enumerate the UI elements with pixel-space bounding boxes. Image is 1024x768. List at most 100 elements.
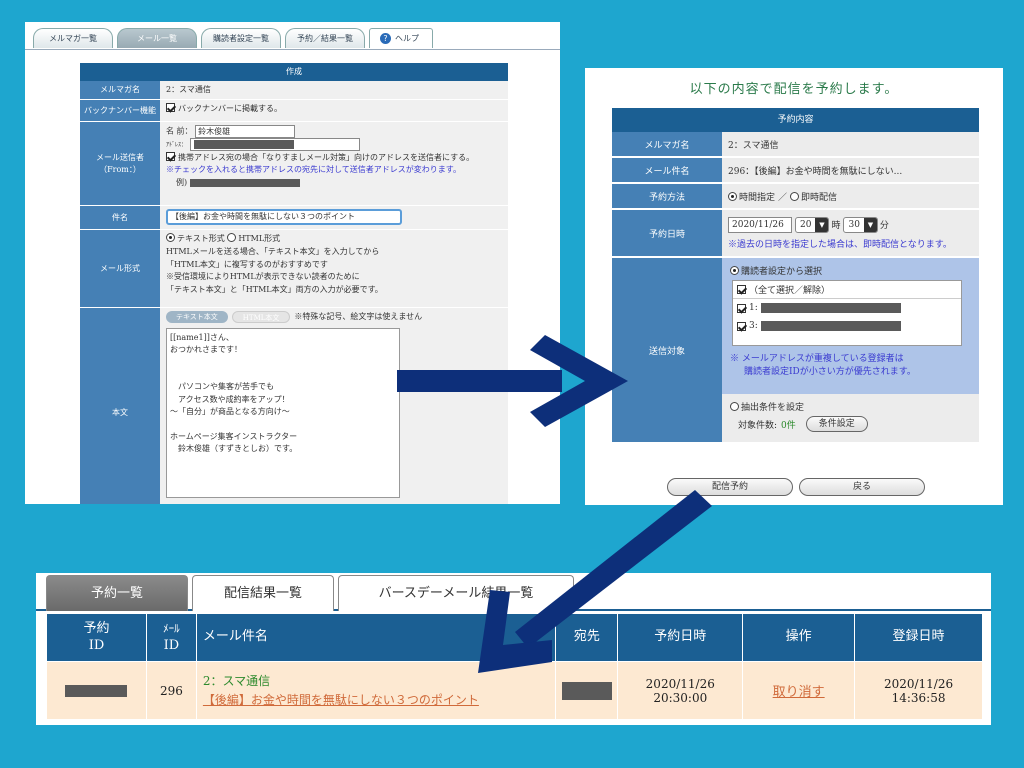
col-subject: メール件名 <box>195 613 557 662</box>
confirm-title: 以下の内容で配信を予約します。 <box>689 82 899 97</box>
reservation-form: 予約内容 メルマガ名 2：スマ通信 メール件名 296：【後編】お金や時間を無駄… <box>612 108 979 444</box>
reservation-table: 予約 ID ﾒｰﾙ ID メール件名 宛先 予約日時 操作 登録日時 296 2：ス… <box>46 613 983 720</box>
subscriber-checkbox-2[interactable] <box>737 321 746 331</box>
chevron-down-icon: ▼ <box>815 217 829 232</box>
subject-input[interactable]: 【後編】お金や時間を無駄にしない３つのポイント <box>166 209 402 225</box>
format-html-label: HTML形式 <box>238 234 281 243</box>
form-title: 作成 <box>80 63 508 81</box>
tab-html-body[interactable]: HTML本文 <box>231 311 291 324</box>
tab-reserve-result-list[interactable]: 予約／結果一覧 <box>285 28 365 48</box>
subject-link[interactable]: 【後編】お金や時間を無駄にしない３つのポイント <box>203 691 555 710</box>
table-row: 296 2：スマ通信 【後編】お金や時間を無駄にしない３つのポイント 2020/… <box>46 661 983 720</box>
registered-datetime-cell: 2020/11/26 14:36:58 <box>854 661 983 720</box>
minute-select[interactable]: 30 ▼ <box>843 216 878 233</box>
col-reserve-id: 予約 ID <box>46 613 147 662</box>
subscriber-list: （全て選択／解除） 1: 3: <box>732 280 962 346</box>
list-item[interactable]: （全て選択／解除） <box>733 281 961 299</box>
reserve-id-cell <box>46 661 147 720</box>
reservation-confirm-panel: 以下の内容で配信を予約します。 予約内容 メルマガ名 2：スマ通信 メール件名 … <box>585 68 1003 505</box>
target-subscriber-label: 購読者設定から選択 <box>741 267 823 277</box>
hour-select[interactable]: 20 ▼ <box>795 216 830 233</box>
example-label: 例) <box>176 178 188 188</box>
col-registered-datetime: 登録日時 <box>854 613 983 662</box>
magazine-name: 2：スマ通信 <box>202 673 271 688</box>
tab-reservation-list[interactable]: 予約一覧 <box>46 575 188 611</box>
format-text-radio[interactable] <box>166 233 175 242</box>
target-note-1: ※ メールアドレスが重複している登録者は <box>730 354 904 364</box>
count-label: 対象件数: <box>738 420 778 431</box>
sender-name-input[interactable]: 鈴木俊雄 <box>195 125 296 138</box>
tab-magazine-list[interactable]: メルマガ一覧 <box>33 28 113 48</box>
mail-id-cell: 296 <box>145 661 197 720</box>
mail-subject-value: 296：【後編】お金や時間を無駄にしない... <box>722 158 979 182</box>
list-item[interactable]: 1: <box>733 299 961 317</box>
target-label: 送信対象 <box>612 258 722 442</box>
tab-delivery-result-list[interactable]: 配信結果一覧 <box>192 575 334 611</box>
reservation-form-title: 予約内容 <box>612 108 979 132</box>
reserve-datetime-cell: 2020/11/26 20:30:00 <box>617 661 744 720</box>
date-input[interactable]: 2020/11/26 <box>728 216 792 233</box>
mobile-address-text: 携帯アドレス宛の場合「なりすましメール対策」向けのアドレスを送信者にする。 <box>178 152 475 162</box>
backnumber-label: バックナンバー機能 <box>80 100 160 121</box>
magazine-value: 2：スマ通信 <box>722 132 979 156</box>
magazine-value: 2：スマ通信 <box>160 81 508 99</box>
method-time-radio[interactable] <box>728 191 737 201</box>
sender-address-input[interactable] <box>189 138 360 152</box>
address-label: ｱﾄﾞﾚｽ： <box>166 141 188 149</box>
compose-form: 作成 メルマガ名 2：スマ通信 バックナンバー機能 バックナンバーに掲載する。 … <box>80 63 508 504</box>
col-destination: 宛先 <box>555 613 619 662</box>
method-now-radio[interactable] <box>790 191 800 201</box>
body-textarea[interactable]: [[name1]]さん、 おつかれさまです！ パソコンや集客が苦手でも アクセス… <box>166 327 400 498</box>
format-html-radio[interactable] <box>227 233 237 242</box>
col-mail-id: ﾒｰﾙ ID <box>145 613 197 662</box>
mobile-address-checkbox[interactable] <box>166 151 175 161</box>
hour-unit: 時 <box>831 221 841 231</box>
format-note-4: 「テキスト本文」と「HTML本文」両方の入力が必要です。 <box>166 285 383 295</box>
select-all-checkbox[interactable] <box>737 285 746 294</box>
method-separator: ／ <box>778 192 788 203</box>
target-condition-label: 抽出条件を設定 <box>741 403 805 413</box>
count-value: 0件 <box>781 420 796 431</box>
tab-birthday-result-list[interactable]: バースデーメール結果一覧 <box>338 575 574 611</box>
select-all-label: （全て選択／解除） <box>749 286 831 296</box>
magazine-label: メルマガ名 <box>80 81 160 99</box>
cancel-link[interactable]: 取り消す <box>773 685 825 700</box>
body-warning: ※特殊な記号、絵文字は使えません <box>294 312 423 321</box>
tab-mail-list[interactable]: メール一覧 <box>117 28 197 48</box>
reservation-list-panel: 予約一覧 配信結果一覧 バースデーメール結果一覧 予約 ID ﾒｰﾙ ID メール件… <box>36 573 991 725</box>
tab-subscriber-list[interactable]: 購読者設定一覧 <box>201 28 281 48</box>
method-time-label: 時間指定 <box>739 192 776 203</box>
datetime-note: ※過去の日時を指定した場合は、即時配信となります。 <box>728 239 952 250</box>
subscriber-checkbox-1[interactable] <box>737 303 746 313</box>
backnumber-checkbox[interactable] <box>166 103 175 112</box>
mail-subject-label: メール件名 <box>612 158 722 182</box>
help-icon: ? <box>380 33 391 44</box>
format-text-label: テキスト形式 <box>177 234 225 243</box>
chevron-down-icon: ▼ <box>863 217 877 232</box>
col-reserve-datetime: 予約日時 <box>617 613 744 662</box>
name-label: 名 前： <box>166 126 193 136</box>
body-label: 本文 <box>80 308 160 504</box>
help-label: ヘルプ <box>395 34 419 43</box>
list-item[interactable]: 3: <box>733 317 961 335</box>
reserve-button[interactable]: 配信予約 <box>667 478 793 496</box>
target-note-2: 購読者設定IDが小さい方が優先されます。 <box>744 367 916 377</box>
back-button[interactable]: 戻る <box>799 478 925 496</box>
format-label: メール形式 <box>80 230 160 307</box>
target-subscriber-radio[interactable] <box>730 266 739 275</box>
mobile-address-note: ※チェックを入れると携帯アドレスの宛先に対して送信者アドレスが変わります。 <box>166 165 461 175</box>
mail-compose-panel: メルマガ一覧 メール一覧 購読者設定一覧 予約／結果一覧 ? ヘルプ 作成 メル… <box>25 22 560 504</box>
format-note-2: 「HTML本文」に複写するのがおすすめです <box>166 259 328 269</box>
top-tabs: メルマガ一覧 メール一覧 購読者設定一覧 予約／結果一覧 ? ヘルプ <box>25 22 560 50</box>
target-condition-radio[interactable] <box>730 402 739 411</box>
condition-button[interactable]: 条件設定 <box>805 416 868 432</box>
backnumber-text: バックナンバーに掲載する。 <box>178 104 282 113</box>
col-action: 操作 <box>742 613 856 662</box>
datetime-label: 予約日時 <box>612 210 722 256</box>
help-button[interactable]: ? ヘルプ <box>369 28 433 48</box>
tab-text-body[interactable]: テキスト本文 <box>166 311 228 324</box>
sender-label: メール送信者 （From：） <box>80 122 160 205</box>
method-now-label: 即時配信 <box>801 192 838 203</box>
method-label: 予約方法 <box>612 184 722 208</box>
destination-cell <box>555 661 619 720</box>
